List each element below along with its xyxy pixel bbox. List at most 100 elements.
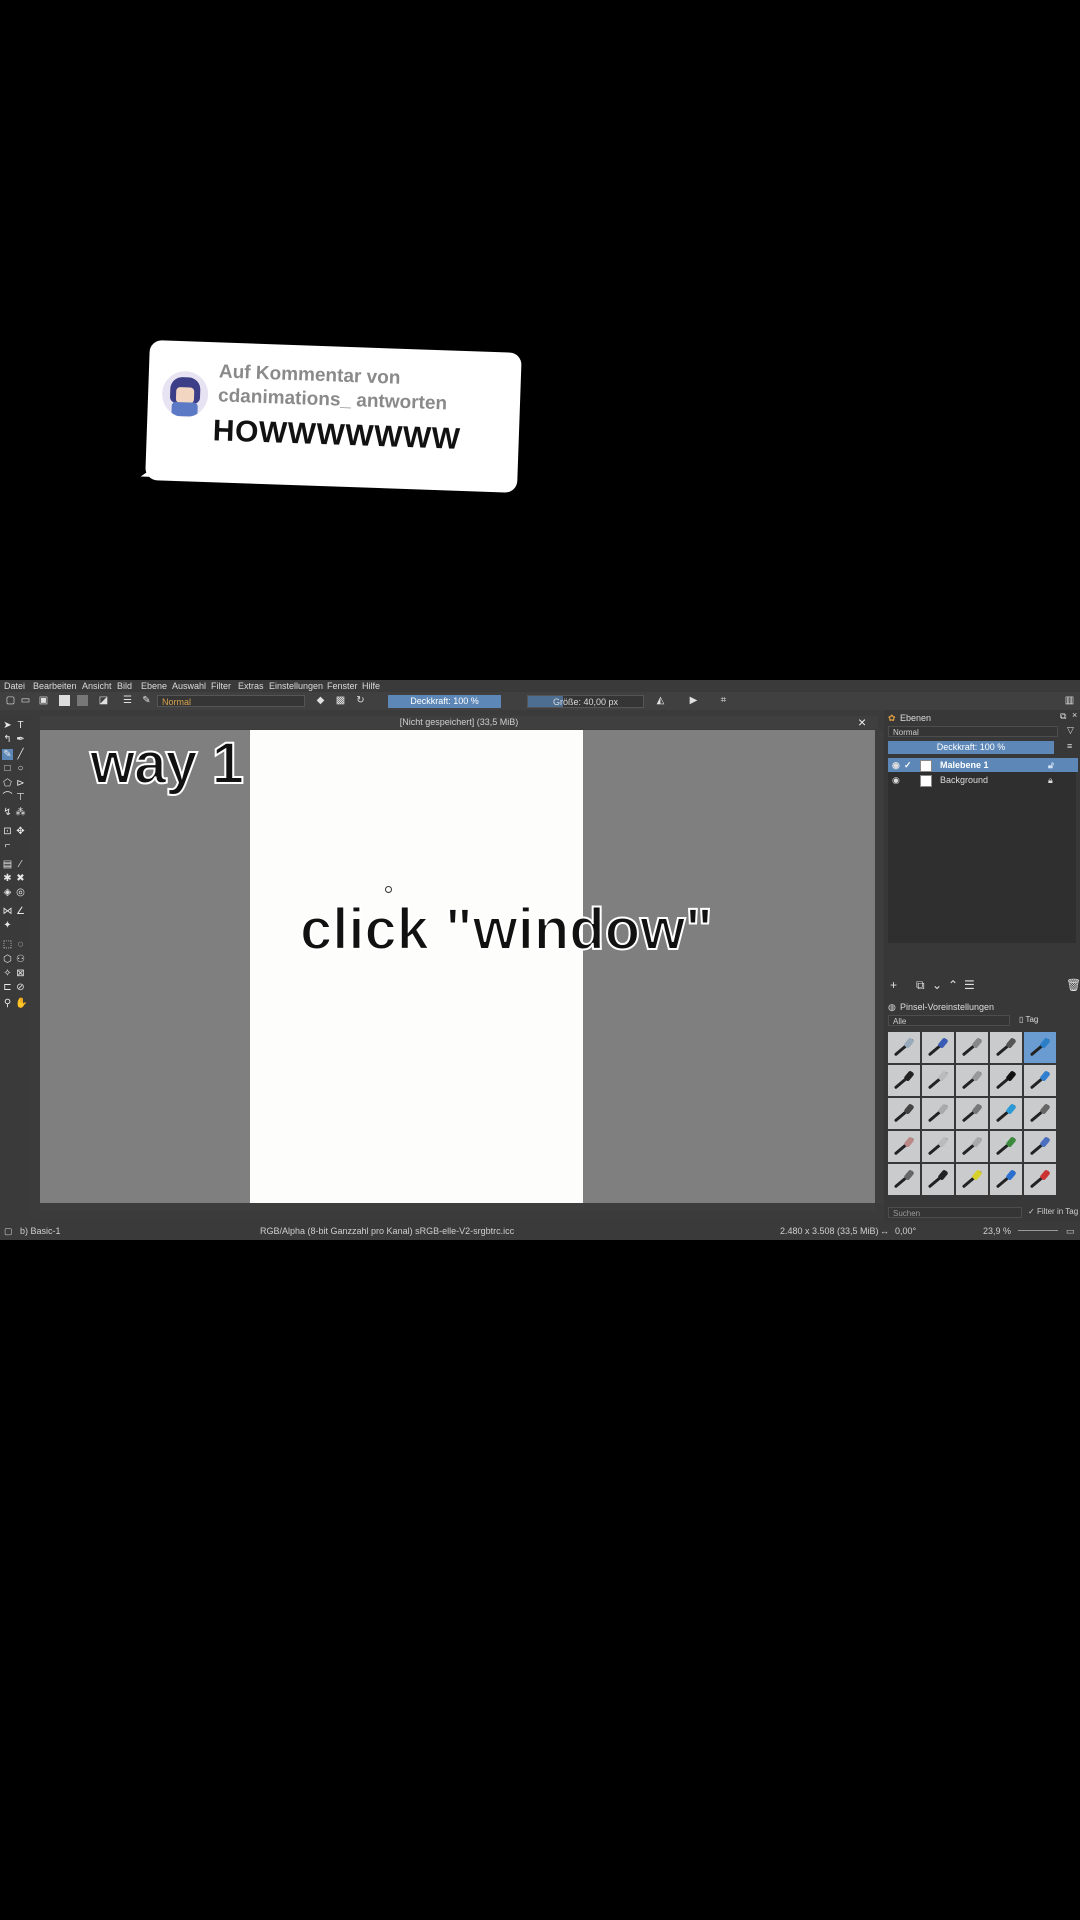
brush-tag-button[interactable]: ▯ Tag: [1019, 1015, 1038, 1024]
canvas-paper[interactable]: [250, 730, 583, 1203]
magnetic-select-tool-icon[interactable]: ⊘: [15, 982, 26, 993]
brush-settings-icon[interactable]: ☰: [122, 695, 133, 706]
bezier-select-tool-icon[interactable]: ⊏: [2, 982, 13, 993]
add-layer-icon[interactable]: +: [890, 978, 897, 992]
open-document-icon[interactable]: ▭: [20, 695, 31, 706]
brush-preset-item[interactable]: [956, 1032, 988, 1063]
layer-properties-icon[interactable]: ☰: [964, 978, 975, 992]
brush-preset-item[interactable]: [1024, 1131, 1056, 1162]
freehand-select-tool-icon[interactable]: ⚇: [15, 954, 26, 965]
brush-preset-item[interactable]: [888, 1032, 920, 1063]
brush-preset-item[interactable]: [990, 1065, 1022, 1096]
layer-lock-icon[interactable]: 🔒︎: [1048, 773, 1053, 787]
brush-preset-item[interactable]: [922, 1032, 954, 1063]
layer-filter-icon[interactable]: ▽: [1067, 725, 1074, 736]
brush-preset-item[interactable]: [990, 1131, 1022, 1162]
opacity-slider[interactable]: Deckkraft: 100 %: [388, 695, 501, 708]
delete-layer-icon[interactable]: 🗑︎: [1066, 978, 1080, 992]
docker-float-icon[interactable]: ⧉: [1060, 711, 1066, 722]
visibility-eye-icon[interactable]: ◉: [892, 758, 900, 772]
brush-preset-item[interactable]: [990, 1098, 1022, 1129]
select-shapes-tool-icon[interactable]: ➤: [2, 720, 13, 731]
calligraphy-tool-icon[interactable]: ✒: [15, 734, 26, 745]
brush-preset-item[interactable]: [1024, 1065, 1056, 1096]
move-layer-down-icon[interactable]: ⌄: [932, 978, 942, 992]
zoom-slider[interactable]: [1018, 1230, 1058, 1231]
brush-preset-item[interactable]: [888, 1131, 920, 1162]
reload-preset-icon[interactable]: ↻: [355, 695, 366, 706]
menu-bearbeiten[interactable]: Bearbeiten: [33, 681, 77, 691]
filter-in-tag-checkbox[interactable]: ✓ Filter in Tag: [1028, 1207, 1078, 1216]
dynamic-brush-tool-icon[interactable]: ↯: [2, 807, 13, 818]
brush-preset-item[interactable]: [888, 1098, 920, 1129]
similar-select-tool-icon[interactable]: ⊠: [15, 968, 26, 979]
mirror-horizontal-icon[interactable]: ◭: [655, 695, 666, 706]
ellipse-tool-icon[interactable]: ○: [15, 763, 26, 774]
rectangle-tool-icon[interactable]: □: [2, 763, 13, 774]
colorize-mask-tool-icon[interactable]: ✱: [2, 873, 13, 884]
move-tool-icon[interactable]: ✥: [15, 826, 26, 837]
rect-select-tool-icon[interactable]: ⬚: [2, 939, 13, 950]
horizontal-scrollbar[interactable]: [40, 1203, 875, 1211]
crop-tool-icon[interactable]: ⌐: [2, 840, 13, 851]
menu-einstellungen[interactable]: Einstellungen: [269, 681, 323, 691]
gradient-icon[interactable]: [59, 695, 70, 706]
status-brush-name[interactable]: b) Basic-1: [20, 1226, 61, 1236]
brush-preset-item[interactable]: [1024, 1032, 1056, 1063]
brush-preset-item[interactable]: [888, 1164, 920, 1195]
preserve-alpha-icon[interactable]: ▩: [335, 695, 346, 706]
assistant-tool-icon[interactable]: ⋈: [2, 906, 13, 917]
line-tool-icon[interactable]: ╱: [15, 749, 26, 760]
layer-row[interactable]: ◉ Background 🔒︎: [888, 773, 1078, 787]
move-layer-up-icon[interactable]: ⌃: [948, 978, 958, 992]
pan-tool-icon[interactable]: ✋: [15, 998, 27, 1009]
layer-blend-mode-select[interactable]: Normal: [888, 726, 1058, 737]
menu-ebene[interactable]: Ebene: [141, 681, 167, 691]
brush-search-input[interactable]: Suchen: [888, 1207, 1022, 1218]
ellipse-select-tool-icon[interactable]: ◌: [15, 939, 26, 950]
layer-opacity-slider[interactable]: Deckkraft: 100 %: [888, 741, 1054, 754]
transform-tool-icon[interactable]: ⊡: [2, 826, 13, 837]
menu-ansicht[interactable]: Ansicht: [82, 681, 112, 691]
docker-close-icon[interactable]: ×: [1072, 710, 1077, 720]
freehand-path-tool-icon[interactable]: ⊤: [15, 792, 26, 803]
menu-auswahl[interactable]: Auswahl: [172, 681, 206, 691]
brush-preset-item[interactable]: [956, 1098, 988, 1129]
polygon-select-tool-icon[interactable]: ⬡: [2, 954, 13, 965]
save-document-icon[interactable]: ▣: [38, 695, 49, 706]
brush-preset-item[interactable]: [990, 1164, 1022, 1195]
edit-shapes-tool-icon[interactable]: ↰: [2, 734, 13, 745]
brush-preset-item[interactable]: [1024, 1098, 1056, 1129]
freehand-brush-tool-icon[interactable]: ✎: [2, 749, 13, 760]
brush-preset-item[interactable]: [922, 1131, 954, 1162]
menu-extras[interactable]: Extras: [238, 681, 264, 691]
fill-tool-icon[interactable]: ◈: [2, 887, 13, 898]
gradient-tool-icon[interactable]: ▤: [2, 859, 13, 870]
eraser-icon[interactable]: ◆: [315, 695, 326, 706]
size-slider[interactable]: Größe: 40,00 px: [527, 695, 644, 708]
brush-preset-item[interactable]: [956, 1131, 988, 1162]
layer-lock-icon[interactable]: 🔓︎: [1048, 758, 1054, 772]
color-swap-icon[interactable]: ◪: [98, 695, 109, 706]
new-document-icon[interactable]: ▢: [5, 695, 16, 706]
text-tool-icon[interactable]: T: [15, 720, 26, 731]
duplicate-layer-icon[interactable]: ⧉: [916, 978, 925, 993]
brush-preset-item[interactable]: [922, 1098, 954, 1129]
contiguous-select-tool-icon[interactable]: ✧: [2, 968, 13, 979]
bezier-tool-icon[interactable]: ⌒: [2, 792, 13, 803]
brush-preset-item[interactable]: [922, 1065, 954, 1096]
menu-filter[interactable]: Filter: [211, 681, 231, 691]
polyline-tool-icon[interactable]: ⊳: [15, 778, 26, 789]
brush-preset-item[interactable]: [956, 1065, 988, 1096]
blend-mode-select[interactable]: Normal: [157, 695, 305, 707]
close-document-icon[interactable]: ×: [858, 715, 872, 729]
brush-preset-item[interactable]: [922, 1164, 954, 1195]
brush-tag-filter-select[interactable]: Alle: [888, 1015, 1010, 1026]
menu-datei[interactable]: Datei: [4, 681, 25, 691]
layer-options-icon[interactable]: ≡: [1067, 741, 1072, 751]
menu-bild[interactable]: Bild: [117, 681, 132, 691]
crop-icon[interactable]: ⌗: [718, 695, 729, 706]
polygon-tool-icon[interactable]: ⬠: [2, 778, 13, 789]
brush-preset-item[interactable]: [956, 1164, 988, 1195]
brush-preset-item[interactable]: [990, 1032, 1022, 1063]
